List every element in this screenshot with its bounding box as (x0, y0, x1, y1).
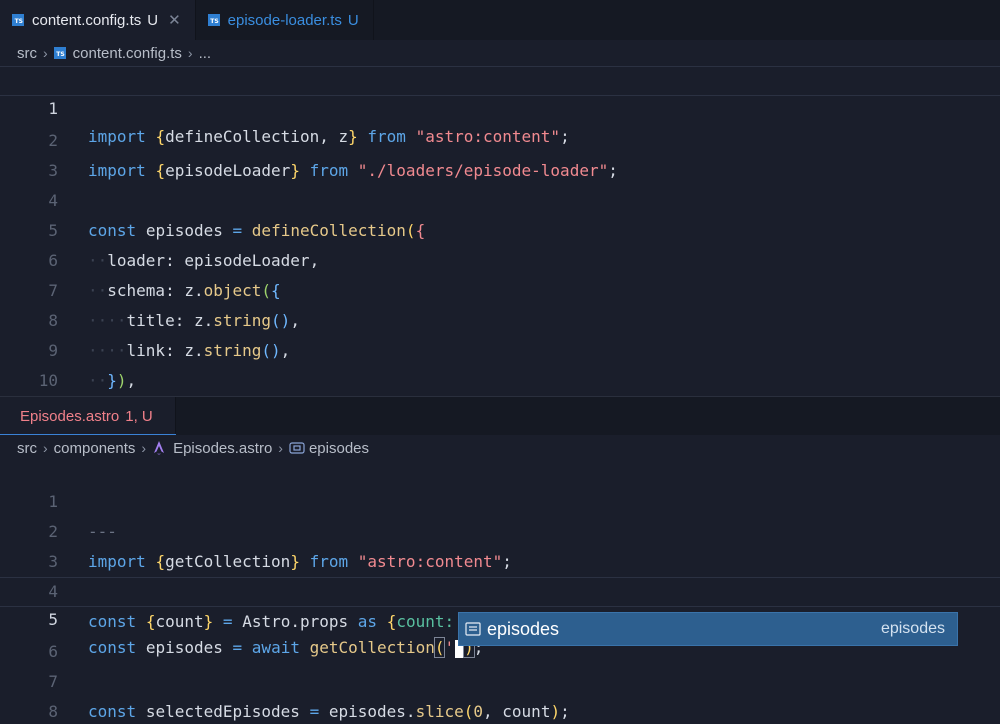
breadcrumb-file[interactable]: Episodes.astro (173, 440, 272, 457)
top-editor-pane: TS content.config.ts U ✕ TS episode-load… (0, 0, 1000, 396)
code-line: 11 (0, 366, 1000, 396)
code-line: 8 --- (0, 667, 1000, 721)
typescript-file-icon: TS (53, 47, 66, 59)
code-line: 4 const episodes = defineCollection({ (0, 156, 1000, 240)
chevron-right-icon: › (187, 45, 193, 61)
code-line: 1 --- (0, 457, 1000, 541)
breadcrumb: src › TS content.config.ts › ... (0, 40, 1000, 66)
suggestion-label: episodes (487, 618, 560, 639)
untracked-badge: U (347, 11, 359, 29)
astro-logo-icon (154, 441, 165, 455)
tab-content-config[interactable]: TS content.config.ts U ✕ (0, 0, 196, 40)
problems-badge: 1, U (125, 407, 153, 425)
close-icon[interactable]: ✕ (168, 11, 181, 29)
variable-symbol-icon (289, 442, 305, 454)
breadcrumb-folder[interactable]: src (17, 45, 37, 62)
breadcrumb-file[interactable]: content.config.ts (73, 45, 182, 62)
breadcrumb-folder[interactable]: src (17, 440, 37, 457)
chevron-right-icon: › (141, 440, 147, 456)
code-editor[interactable]: 1 --- 2 import {getCollection} from "ast… (0, 457, 1000, 724)
tab-label: content.config.ts (32, 11, 142, 29)
bottom-editor-pane: Episodes.astro 1, U src › components › E… (0, 396, 1000, 724)
code-line: 3 (0, 517, 1000, 571)
tab-episodes-astro[interactable]: Episodes.astro 1, U (0, 397, 176, 435)
tab-label: episode-loader.ts (227, 11, 342, 29)
code-line: 3 (0, 126, 1000, 180)
code-line: 9 ··}), (0, 306, 1000, 390)
untracked-badge: U (147, 11, 159, 29)
typescript-file-icon: TS (12, 14, 24, 26)
bottom-tab-bar: Episodes.astro 1, U (0, 397, 1000, 435)
code-line: 4 const {count} = Astro.props as {count:… (0, 547, 1000, 631)
code-line: 2 import {getCollection} from "astro:con… (0, 487, 1000, 571)
code-line: 8 ····link: z.string(), (0, 276, 1000, 360)
code-line: 5 const episodes = await getCollection('… (0, 577, 1000, 658)
tab-episode-loader[interactable]: TS episode-loader.ts U (196, 0, 374, 40)
code-line: 2 import {episodeLoader} from "./loaders… (0, 96, 1000, 180)
code-line: 9 (0, 697, 1000, 724)
text-symbol-icon (465, 622, 481, 636)
code-line: 5 ··loader: episodeLoader, (0, 186, 1000, 270)
autocomplete-suggestion[interactable]: episodes episodes (458, 612, 958, 646)
chevron-right-icon: › (43, 45, 48, 61)
code-line: 6 ··schema: z.object({ (0, 216, 1000, 300)
typescript-file-icon: TS (207, 14, 220, 26)
code-editor[interactable]: 1 import {defineCollection, z} from "ast… (0, 66, 1000, 396)
breadcrumb-symbol[interactable]: episodes (309, 440, 369, 457)
top-tab-bar: TS content.config.ts U ✕ TS episode-load… (0, 0, 1000, 40)
code-line: 1 import {defineCollection, z} from "ast… (0, 66, 1000, 146)
breadcrumb-folder[interactable]: components (54, 440, 136, 457)
tab-label: Episodes.astro (20, 407, 120, 425)
chevron-right-icon: › (43, 440, 48, 456)
code-line: 10 }); (0, 336, 1000, 390)
active-tab-indicator (0, 434, 176, 435)
chevron-right-icon: › (278, 440, 283, 456)
code-line: 7 ····title: z.string(), (0, 246, 1000, 330)
suggestion-detail: episodes (880, 620, 945, 637)
breadcrumb-more[interactable]: ... (199, 45, 212, 62)
